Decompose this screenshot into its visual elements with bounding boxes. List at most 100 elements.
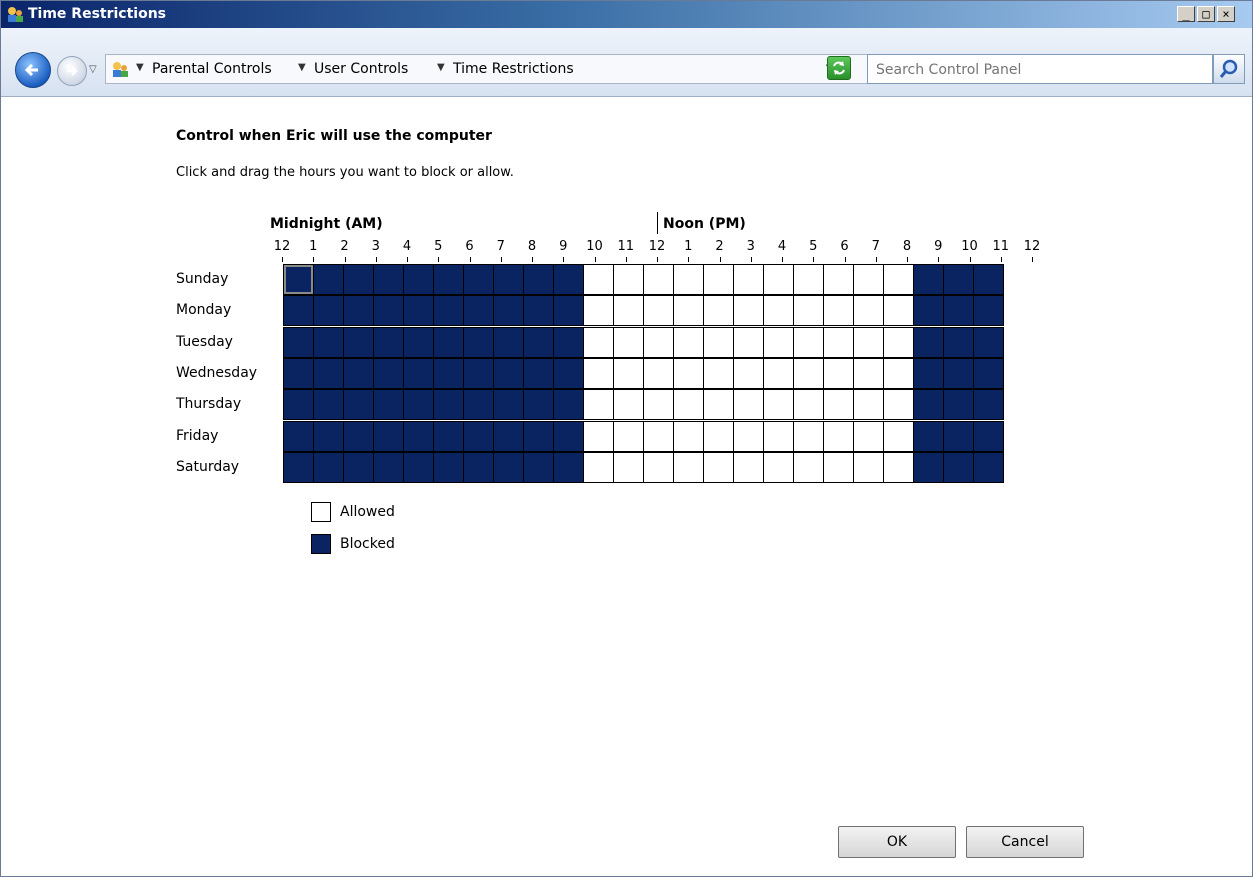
hour-cell[interactable] <box>973 264 1004 295</box>
hour-cell[interactable] <box>463 295 494 327</box>
hour-cell[interactable] <box>673 326 704 358</box>
hour-cell[interactable] <box>403 264 434 295</box>
hour-cell[interactable] <box>943 420 974 452</box>
minimize-button[interactable]: _ <box>1177 6 1195 22</box>
hour-cell[interactable] <box>613 420 644 452</box>
hour-cell[interactable] <box>763 295 794 327</box>
breadcrumb-separator-icon[interactable]: ▼ <box>136 62 144 73</box>
hour-cell[interactable] <box>373 357 404 389</box>
hour-cell[interactable] <box>283 451 314 483</box>
hour-cell[interactable] <box>943 451 974 483</box>
hour-cell[interactable] <box>853 264 884 295</box>
hour-cell[interactable] <box>793 389 824 421</box>
hour-cell[interactable] <box>343 357 374 389</box>
hour-cell[interactable] <box>463 264 494 295</box>
hour-cell[interactable] <box>763 420 794 452</box>
hour-cell[interactable] <box>883 389 914 421</box>
hour-cell[interactable] <box>433 420 464 452</box>
hour-cell[interactable] <box>583 326 614 358</box>
hour-cell[interactable] <box>763 357 794 389</box>
maximize-button[interactable]: □ <box>1197 6 1215 22</box>
hour-cell[interactable] <box>283 389 314 421</box>
hour-cell[interactable] <box>373 451 404 483</box>
hour-cell[interactable] <box>763 326 794 358</box>
hour-cell[interactable] <box>343 420 374 452</box>
hour-cell[interactable] <box>553 451 584 483</box>
hour-cell[interactable] <box>553 326 584 358</box>
breadcrumb-parental-controls[interactable]: Parental Controls <box>152 61 272 77</box>
hour-cell[interactable] <box>523 326 554 358</box>
hour-cell[interactable] <box>733 264 764 295</box>
hour-cell[interactable] <box>673 389 704 421</box>
hour-cell[interactable] <box>643 420 674 452</box>
hour-cell[interactable] <box>373 326 404 358</box>
hour-cell[interactable] <box>433 389 464 421</box>
hour-cell[interactable] <box>853 357 884 389</box>
hour-cell[interactable] <box>943 357 974 389</box>
hour-cell[interactable] <box>973 451 1004 483</box>
hour-cell[interactable] <box>823 357 854 389</box>
refresh-button[interactable] <box>827 56 851 80</box>
hour-cell[interactable] <box>343 326 374 358</box>
title-bar[interactable]: Time Restrictions _ □ × <box>1 1 1252 28</box>
hour-cell[interactable] <box>523 357 554 389</box>
hour-cell[interactable] <box>703 389 734 421</box>
hour-cell[interactable] <box>823 326 854 358</box>
address-bar[interactable]: ▼ Parental Controls ▼ User Controls ▼ Ti… <box>105 54 875 84</box>
hour-cell[interactable] <box>313 264 344 295</box>
hour-cell[interactable] <box>883 264 914 295</box>
hour-cell[interactable] <box>763 451 794 483</box>
hour-cell[interactable] <box>433 264 464 295</box>
hour-cell[interactable] <box>673 451 704 483</box>
hour-cell[interactable] <box>613 326 644 358</box>
hour-cell[interactable] <box>793 295 824 327</box>
hour-cell[interactable] <box>703 357 734 389</box>
hour-cell[interactable] <box>493 451 524 483</box>
hour-cell[interactable] <box>643 357 674 389</box>
hour-cell[interactable] <box>343 389 374 421</box>
hour-cell[interactable] <box>463 451 494 483</box>
hour-cell[interactable] <box>463 357 494 389</box>
hour-cell[interactable] <box>373 264 404 295</box>
hour-cell[interactable] <box>343 295 374 327</box>
hour-cell[interactable] <box>343 451 374 483</box>
hour-cell[interactable] <box>883 451 914 483</box>
hour-cell[interactable] <box>613 295 644 327</box>
hour-cell[interactable] <box>283 264 314 295</box>
hour-cell[interactable] <box>553 389 584 421</box>
hour-cell[interactable] <box>523 264 554 295</box>
hour-cell[interactable] <box>643 326 674 358</box>
search-box[interactable] <box>867 54 1213 84</box>
hour-cell[interactable] <box>463 389 494 421</box>
hour-cell[interactable] <box>403 295 434 327</box>
hour-cell[interactable] <box>703 451 734 483</box>
hour-cell[interactable] <box>283 326 314 358</box>
hour-cell[interactable] <box>403 326 434 358</box>
hour-cell[interactable] <box>913 326 944 358</box>
hour-cell[interactable] <box>283 295 314 327</box>
search-input[interactable] <box>874 59 1208 81</box>
hour-cell[interactable] <box>493 264 524 295</box>
close-button[interactable]: × <box>1217 6 1235 22</box>
hour-cell[interactable] <box>373 295 404 327</box>
breadcrumb-time-restrictions[interactable]: Time Restrictions <box>453 61 574 77</box>
hour-cell[interactable] <box>463 326 494 358</box>
hour-cell[interactable] <box>313 326 344 358</box>
hour-cell[interactable] <box>673 357 704 389</box>
hour-cell[interactable] <box>313 451 344 483</box>
hour-cell[interactable] <box>943 326 974 358</box>
hour-cell[interactable] <box>493 389 524 421</box>
hour-cell[interactable] <box>763 389 794 421</box>
hour-cell[interactable] <box>343 264 374 295</box>
hour-cell[interactable] <box>973 295 1004 327</box>
hour-cell[interactable] <box>583 264 614 295</box>
hour-cell[interactable] <box>913 420 944 452</box>
hour-cell[interactable] <box>823 420 854 452</box>
hour-cell[interactable] <box>433 326 464 358</box>
hour-cell[interactable] <box>793 264 824 295</box>
hour-cell[interactable] <box>733 451 764 483</box>
hour-cell[interactable] <box>553 264 584 295</box>
hour-cell[interactable] <box>943 295 974 327</box>
hour-cell[interactable] <box>973 420 1004 452</box>
hour-cell[interactable] <box>373 420 404 452</box>
